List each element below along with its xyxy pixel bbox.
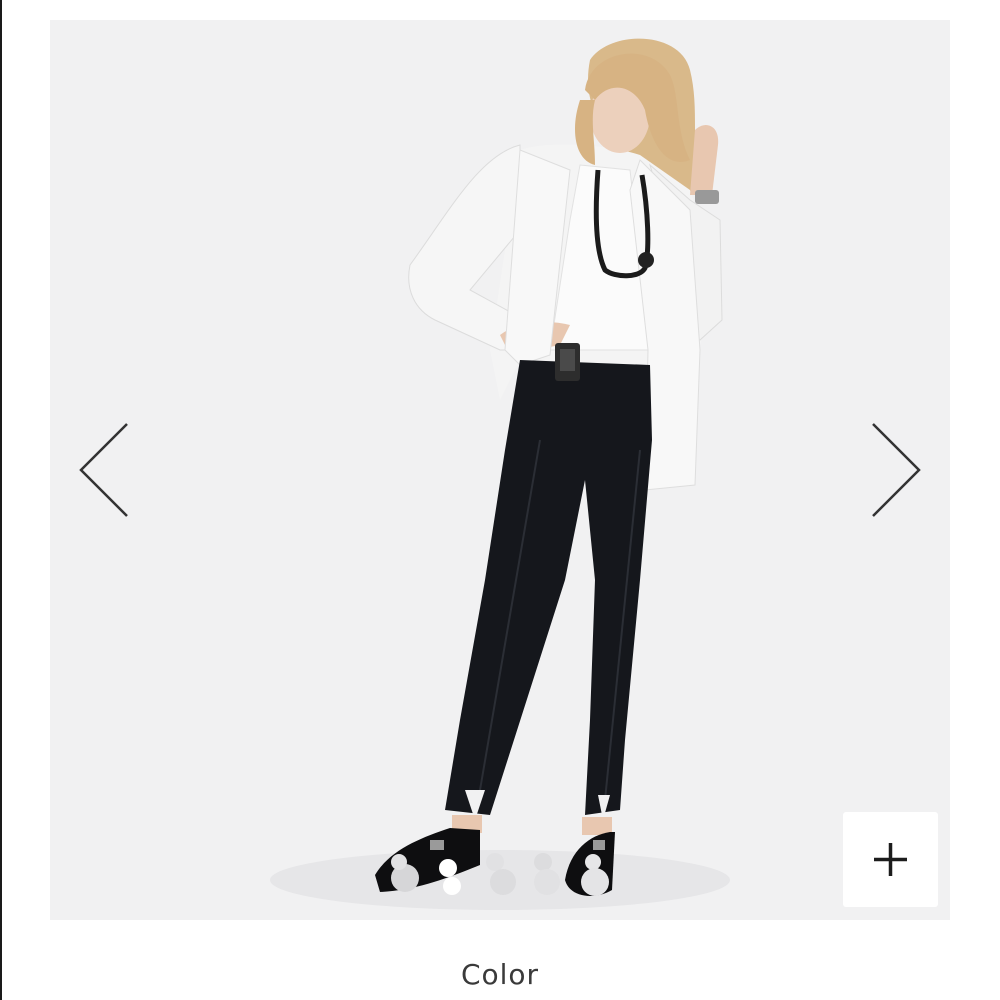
pagination-dot[interactable]	[486, 853, 516, 895]
plus-icon	[874, 843, 907, 876]
product-model-photo	[270, 38, 730, 910]
chevron-right-icon[interactable]	[865, 420, 925, 520]
gallery-pagination-dots[interactable]	[385, 848, 625, 898]
chevron-left-icon[interactable]	[75, 420, 135, 520]
pagination-dot[interactable]	[534, 853, 609, 896]
pagination-dot-active[interactable]	[439, 859, 461, 895]
pagination-dot[interactable]	[391, 854, 419, 892]
color-label: Color	[460, 958, 540, 991]
window-edge	[0, 0, 2, 1000]
product-page: Color	[0, 0, 1000, 1000]
product-image-gallery[interactable]	[50, 20, 950, 920]
zoom-button[interactable]	[843, 812, 938, 907]
